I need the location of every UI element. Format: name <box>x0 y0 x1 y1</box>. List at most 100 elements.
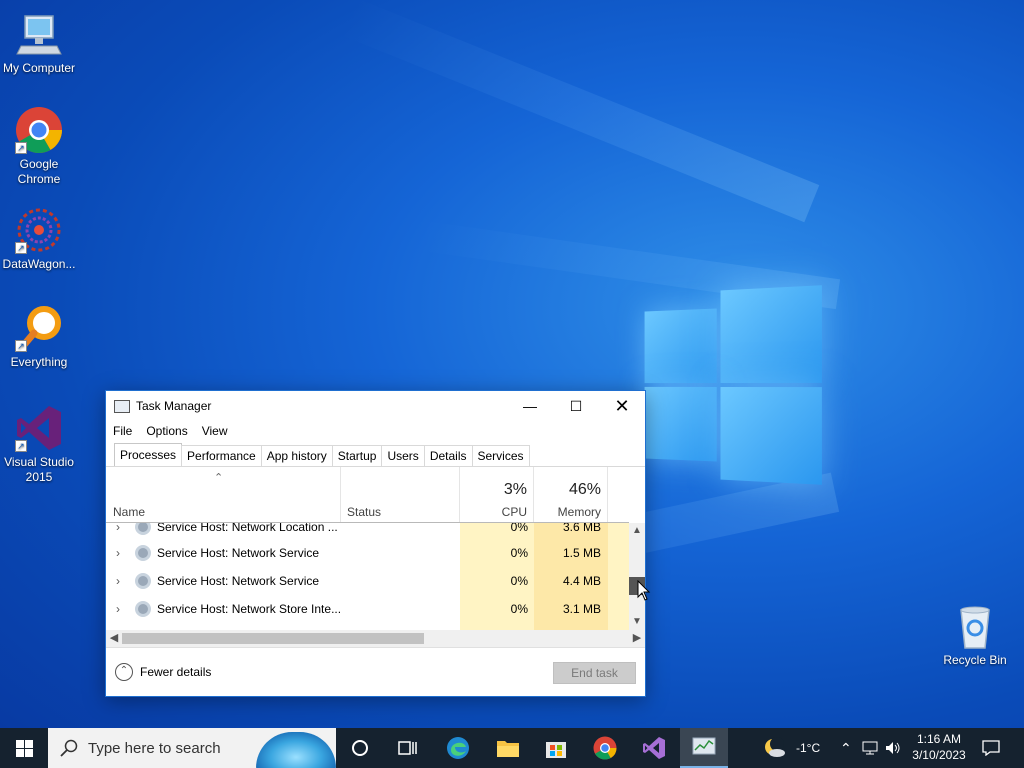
fewer-details-link[interactable]: Fewer details <box>140 665 211 679</box>
datawagon-icon: ↗ <box>15 206 63 254</box>
desktop-icon-datawagon[interactable]: ↗ DataWagon... <box>0 206 78 272</box>
taskbar-search-box[interactable]: Type here to search <box>48 728 336 768</box>
search-highlight-image <box>256 732 336 768</box>
mouse-cursor-icon <box>637 580 651 601</box>
title-bar[interactable]: Task Manager — ☐ ✕ <box>106 391 645 421</box>
desktop-icon-visual-studio[interactable]: ↗ Visual Studio 2015 <box>0 404 78 485</box>
volume-icon[interactable] <box>885 728 901 768</box>
shortcut-arrow-icon: ↗ <box>15 242 27 254</box>
desktop-icon-my-computer[interactable]: My Computer <box>0 10 78 76</box>
desktop-icon-label: Visual Studio 2015 <box>4 455 74 484</box>
scroll-right-icon[interactable]: ▶ <box>629 630 645 647</box>
gear-icon <box>135 523 151 535</box>
taskbar: Type here to search -1°C ⌃ 1:16 AM 3/10/… <box>0 728 1024 768</box>
clock[interactable]: 1:16 AM 3/10/2023 <box>910 728 968 768</box>
network-icon[interactable] <box>862 728 878 768</box>
notification-icon[interactable] <box>982 728 1000 768</box>
minimize-button[interactable]: — <box>507 391 553 421</box>
scroll-left-icon[interactable]: ◀ <box>106 630 122 647</box>
chevron-up-circle-icon[interactable]: ⌃ <box>115 663 133 681</box>
recycle-bin-icon <box>951 602 999 650</box>
horizontal-scrollbar[interactable]: ◀ ▶ <box>106 630 645 647</box>
tab-details[interactable]: Details <box>423 445 473 466</box>
tab-processes[interactable]: Processes <box>114 443 183 466</box>
desktop-icon-everything[interactable]: ↗ Everything <box>0 304 78 370</box>
task-manager-icon <box>692 737 716 755</box>
tab-startup[interactable]: Startup <box>331 445 383 466</box>
column-header-name[interactable]: ⌃ Name <box>106 467 341 523</box>
column-header-memory[interactable]: 46% Memory <box>534 467 608 523</box>
hscroll-thumb[interactable] <box>122 633 424 644</box>
task-manager-icon <box>114 400 130 413</box>
table-row[interactable]: › Service Host: Network Store Inte... 0%… <box>106 596 629 624</box>
taskbar-store[interactable] <box>532 728 580 768</box>
window-title: Task Manager <box>136 399 212 413</box>
tab-performance[interactable]: Performance <box>181 445 262 466</box>
taskbar-edge[interactable] <box>434 728 482 768</box>
column-header-cpu[interactable]: 3% CPU <box>460 467 534 523</box>
computer-icon <box>15 10 63 58</box>
start-button[interactable] <box>0 728 48 768</box>
table-row[interactable]: › Service Host: Network Service 0% 4.4 M… <box>106 568 629 596</box>
windows-start-icon <box>16 740 33 757</box>
desktop-icon-recycle-bin[interactable]: Recycle Bin <box>936 602 1014 668</box>
store-icon <box>546 742 566 758</box>
chrome-icon: ↗ <box>15 106 63 154</box>
menu-view[interactable]: View <box>195 422 235 442</box>
column-header-status[interactable]: Status <box>341 467 460 523</box>
folder-icon <box>497 741 519 757</box>
tab-app-history[interactable]: App history <box>260 445 333 466</box>
gear-icon <box>135 601 151 617</box>
scroll-up-icon[interactable]: ▲ <box>629 523 645 539</box>
menu-file[interactable]: File <box>106 422 139 442</box>
search-placeholder: Type here to search <box>88 740 221 757</box>
gear-icon <box>135 573 151 589</box>
close-button[interactable]: ✕ <box>599 391 645 421</box>
expand-chevron-icon[interactable]: › <box>116 523 120 534</box>
edge-icon <box>447 737 469 759</box>
tab-bar: Processes Performance App history Startu… <box>114 443 530 467</box>
sort-up-icon: ⌃ <box>214 472 224 484</box>
scroll-down-icon[interactable]: ▼ <box>629 614 645 630</box>
weather-icon[interactable] <box>762 728 786 768</box>
weather-temperature[interactable]: -1°C <box>796 728 820 768</box>
windows-wallpaper-logo <box>644 285 822 485</box>
vertical-scrollbar[interactable]: ▲ ▼ <box>629 523 645 630</box>
footer-bar: ⌃ Fewer details End task <box>106 647 645 696</box>
taskbar-chrome[interactable] <box>581 728 629 768</box>
desktop-icon-label: Recycle Bin <box>943 653 1007 667</box>
cpu-total: 3% <box>503 481 527 498</box>
desktop-icon-label: My Computer <box>2 61 76 75</box>
chrome-icon <box>593 736 617 760</box>
end-task-button[interactable]: End task <box>553 662 636 684</box>
maximize-button[interactable]: ☐ <box>553 391 599 421</box>
cortana-icon <box>352 740 368 756</box>
shortcut-arrow-icon: ↗ <box>15 142 27 154</box>
visual-studio-icon: ↗ <box>15 404 63 452</box>
task-view-icon <box>398 741 417 755</box>
search-icon <box>60 739 78 757</box>
chevron-up-icon[interactable]: ⌃ <box>840 728 852 768</box>
taskbar-task-manager[interactable] <box>680 728 728 768</box>
tab-services[interactable]: Services <box>471 445 530 466</box>
expand-chevron-icon[interactable]: › <box>116 546 120 560</box>
taskbar-file-explorer[interactable] <box>484 728 532 768</box>
table-row[interactable]: › Service Host: Network Service 0% 1.5 M… <box>106 540 629 568</box>
menu-options[interactable]: Options <box>139 422 194 442</box>
gear-icon <box>135 545 151 561</box>
task-view-button[interactable] <box>384 728 432 768</box>
shortcut-arrow-icon: ↗ <box>15 440 27 452</box>
desktop-icon-label: Everything <box>10 355 68 369</box>
taskbar-visual-studio[interactable] <box>630 728 678 768</box>
expand-chevron-icon[interactable]: › <box>116 602 120 616</box>
visual-studio-icon <box>643 737 665 759</box>
cortana-button[interactable] <box>336 728 384 768</box>
desktop-icon-label: Google Chrome <box>17 157 61 186</box>
desktop-icon-label: DataWagon... <box>2 257 76 271</box>
expand-chevron-icon[interactable]: › <box>116 574 120 588</box>
shortcut-arrow-icon: ↗ <box>15 340 27 352</box>
task-manager-window: Task Manager — ☐ ✕ File Options View Pro… <box>105 390 646 697</box>
clock-time: 1:16 AM <box>916 732 962 746</box>
tab-users[interactable]: Users <box>381 445 425 466</box>
desktop-icon-google-chrome[interactable]: ↗ Google Chrome <box>0 106 78 187</box>
